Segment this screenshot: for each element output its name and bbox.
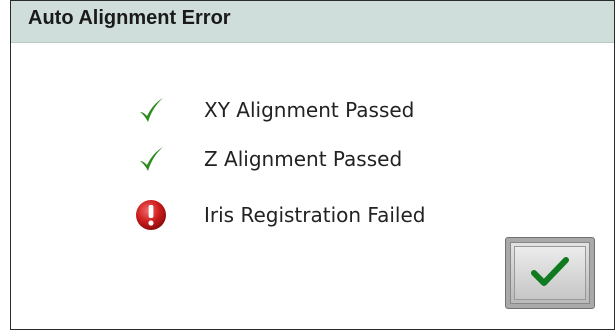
check-icon [530, 254, 570, 293]
status-row-iris: Iris Registration Failed [11, 198, 614, 232]
error-icon [131, 198, 171, 232]
ok-button-face [514, 246, 586, 300]
check-icon [131, 142, 171, 176]
status-row-z: Z Alignment Passed [11, 142, 614, 176]
status-row-xy: XY Alignment Passed [11, 93, 614, 127]
dialog-title-bar: Auto Alignment Error [11, 1, 614, 43]
status-label-iris: Iris Registration Failed [204, 203, 426, 227]
status-label-z: Z Alignment Passed [204, 147, 403, 171]
confirm-ok-button[interactable] [505, 237, 595, 309]
auto-alignment-error-dialog: Auto Alignment Error XY Alignment Passed… [10, 0, 615, 330]
check-icon [131, 93, 171, 127]
dialog-title: Auto Alignment Error [28, 7, 231, 29]
status-label-xy: XY Alignment Passed [204, 98, 415, 122]
